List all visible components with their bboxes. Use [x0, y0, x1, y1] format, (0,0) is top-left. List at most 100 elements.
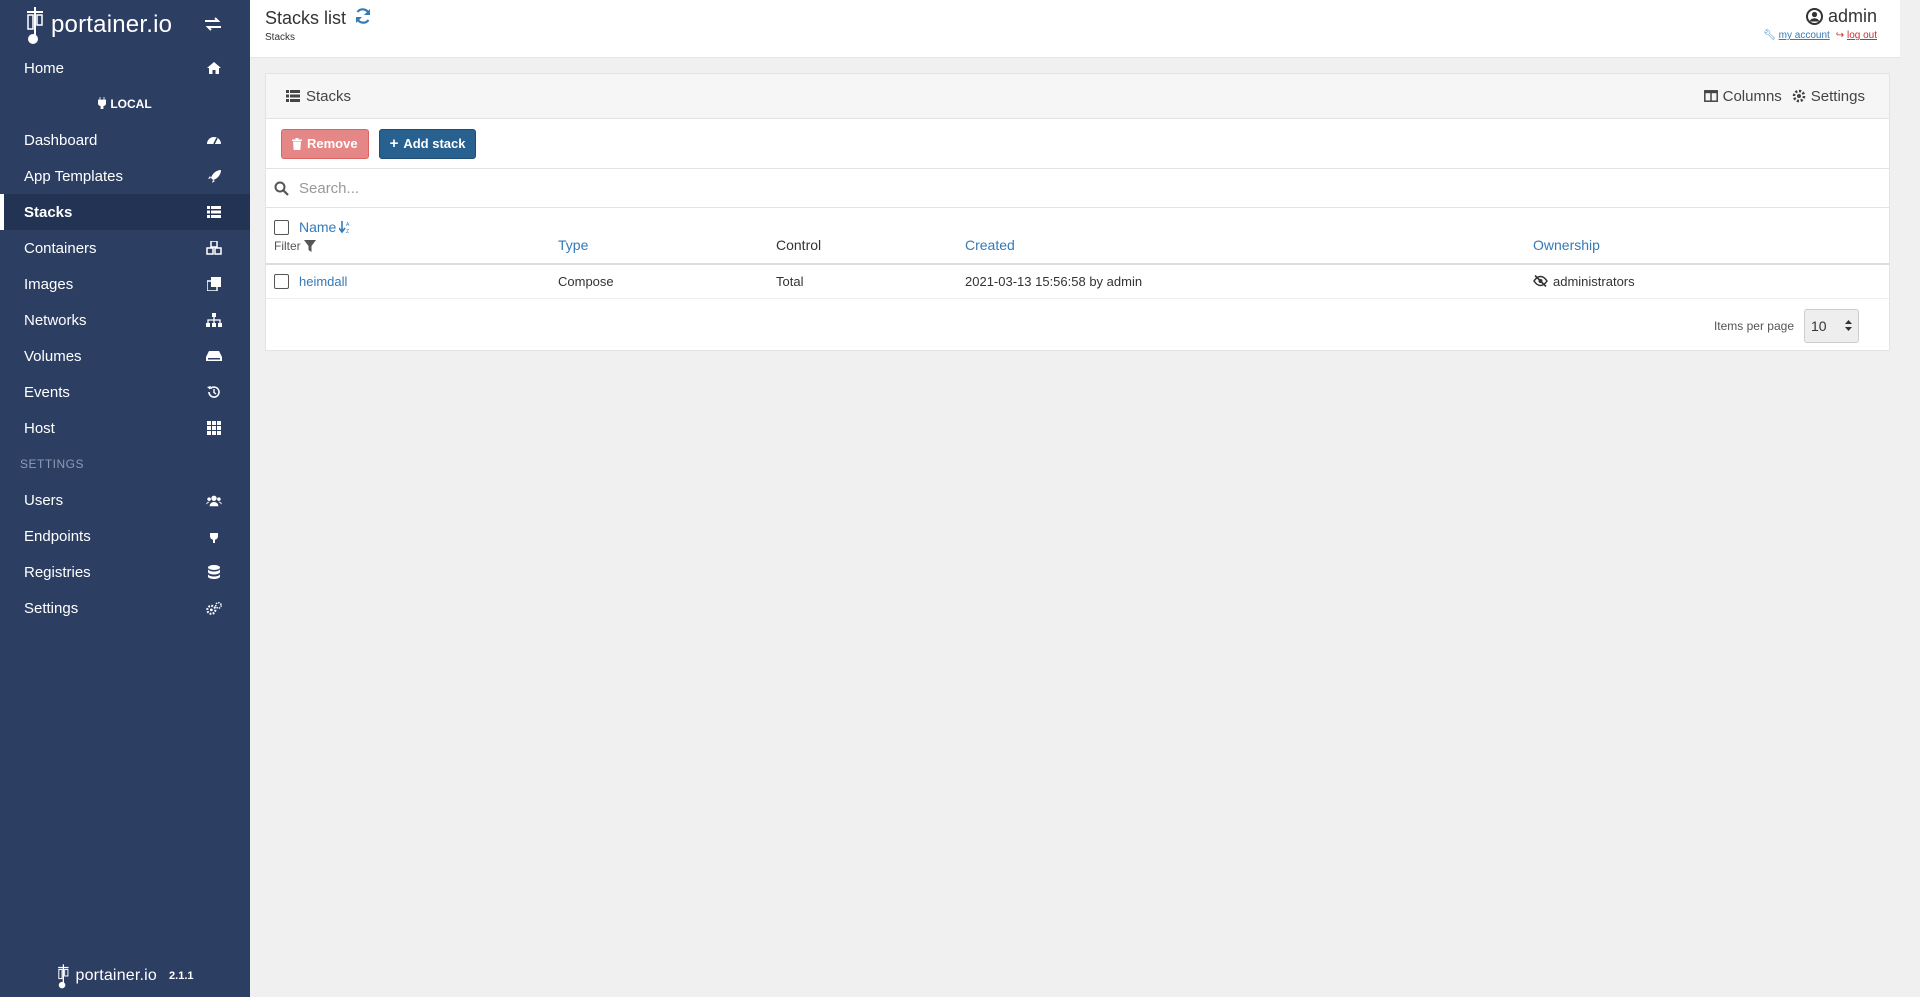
sidebar-item-label: Users [24, 491, 64, 509]
ownership-text: administrators [1553, 273, 1635, 289]
settings-heading: SETTINGS [20, 457, 85, 471]
ownership-header-label: Ownership [1533, 237, 1600, 253]
plus-icon: + [389, 135, 399, 152]
log-out-link[interactable]: ↪ log out [1836, 30, 1877, 41]
page-title: Stacks list [265, 7, 372, 30]
sidebar-item-users[interactable]: Users [0, 482, 250, 518]
sidebar-item-dashboard[interactable]: Dashboard [0, 122, 250, 158]
tachometer-icon [206, 132, 222, 148]
footer-brand-name: portainer.io [75, 967, 158, 984]
wrench-icon: 🔧︎ [1763, 30, 1776, 41]
table-row: heimdall Compose Total 2021-03-13 15:56:… [266, 264, 1889, 299]
log-out-text: log out [1846, 30, 1877, 41]
hdd-icon [206, 348, 222, 364]
stacks-table: Name AZ Filter Type Control Created Owne… [266, 208, 1889, 299]
th-list-icon [206, 204, 222, 220]
page-title-text: Stacks list [265, 8, 347, 28]
sidebar-item-label: Containers [24, 239, 97, 257]
portainer-logo-icon [58, 964, 70, 989]
user-circle-icon [1805, 8, 1823, 25]
sidebar-item-endpoints[interactable]: Endpoints [0, 518, 250, 554]
sitemap-icon [206, 312, 222, 328]
name-header-label: Name [299, 219, 337, 235]
stacks-widget: Stacks Columns Settings Remove + Add sta… [265, 73, 1890, 351]
sidebar-item-label: Home [24, 59, 65, 77]
user-links: 🔧︎ my account ↪ log out [1763, 30, 1877, 41]
my-account-link[interactable]: 🔧︎ my account [1763, 30, 1830, 41]
control-cell: Total [776, 264, 965, 299]
remove-label: Remove [307, 136, 358, 151]
endpoint-label: LOCAL [110, 97, 152, 111]
users-icon [206, 492, 222, 508]
sidebar-item-label: Networks [24, 311, 87, 329]
page-scrollbar[interactable] [1900, 0, 1920, 997]
username-text: admin [1827, 6, 1877, 26]
plug-icon [206, 528, 222, 544]
sidebar-item-label: Host [24, 419, 55, 437]
sidebar-item-images[interactable]: Images [0, 266, 250, 302]
svg-text:A: A [346, 222, 350, 228]
sidebar-item-host[interactable]: Host [0, 410, 250, 446]
trash-icon [292, 137, 302, 150]
settings-button[interactable]: Settings [1792, 88, 1865, 105]
stack-name-link[interactable]: heimdall [299, 274, 347, 289]
name-column-header: Name AZ Filter [266, 208, 558, 264]
search-input[interactable] [299, 179, 1799, 197]
select-all-checkbox[interactable] [274, 219, 289, 235]
created-column-header[interactable]: Created [965, 208, 1533, 264]
sidebar-item-registries[interactable]: Registries [0, 554, 250, 590]
ownership-column-header[interactable]: Ownership [1533, 208, 1889, 264]
row-checkbox[interactable] [274, 273, 289, 289]
table-header-row: Name AZ Filter Type Control Created Owne… [266, 208, 1889, 264]
sidebar-item-settings[interactable]: Settings [0, 590, 250, 626]
remove-button[interactable]: Remove [281, 128, 369, 159]
sidebar-item-label: Volumes [24, 347, 82, 365]
widget-header: Stacks Columns Settings [266, 74, 1889, 119]
sidebar-footer: portainer.io 2.1.1 [0, 963, 250, 989]
endpoint-name: LOCAL [0, 86, 250, 122]
sort-alpha-icon: AZ [339, 220, 350, 234]
widget-tools: Columns Settings [1703, 88, 1865, 105]
sidebar-item-label: Images [24, 275, 74, 293]
search-bar [266, 169, 1889, 208]
refresh-icon[interactable] [354, 7, 372, 30]
items-per-page-select[interactable]: 10 [1804, 308, 1859, 343]
sidebar-item-label: Dashboard [24, 131, 98, 149]
database-icon [206, 564, 222, 580]
sidebar-item-label: Events [24, 383, 70, 401]
items-per-page-label: Items per page [1713, 318, 1794, 333]
created-cell: 2021-03-13 15:56:58 by admin [965, 264, 1533, 299]
my-account-text: my account [1778, 30, 1830, 41]
control-column-header: Control [776, 208, 965, 264]
widget-title-text: Stacks [306, 87, 352, 105]
cogs-icon [206, 600, 222, 616]
columns-button[interactable]: Columns [1703, 88, 1782, 105]
portainer-logo[interactable]: portainer.io [24, 5, 172, 45]
pagination-bar: Items per page 10 [266, 299, 1889, 353]
type-column-header[interactable]: Type [558, 208, 776, 264]
type-cell: Compose [558, 264, 776, 299]
actions-bar: Remove + Add stack [266, 119, 1889, 169]
toggle-sidebar-icon[interactable] [204, 16, 222, 37]
cog-icon [1792, 89, 1806, 103]
username: admin [1763, 6, 1877, 27]
sidebar-item-containers[interactable]: Containers [0, 230, 250, 266]
ownership-cell: administrators [1533, 264, 1889, 299]
type-header-label: Type [558, 237, 589, 253]
sidebar-item-volumes[interactable]: Volumes [0, 338, 250, 374]
sidebar-item-home[interactable]: Home [0, 50, 250, 86]
add-stack-button[interactable]: + Add stack [378, 128, 477, 159]
sidebar-item-stacks[interactable]: Stacks [0, 194, 250, 230]
brand-name: portainer.io [51, 11, 173, 38]
sidebar-brand: portainer.io [0, 0, 250, 50]
sidebar-item-app-templates[interactable]: App Templates [0, 158, 250, 194]
add-stack-label: Add stack [403, 136, 466, 151]
footer-logo: portainer.io [56, 963, 157, 989]
sidebar-item-networks[interactable]: Networks [0, 302, 250, 338]
name-sort-header[interactable]: Name AZ [299, 219, 351, 235]
sidebar-item-label: Settings [24, 599, 79, 617]
clone-icon [206, 276, 222, 292]
eye-slash-icon [1533, 275, 1548, 288]
sidebar-item-events[interactable]: Events [0, 374, 250, 410]
filter-toggle[interactable]: Filter [274, 239, 558, 253]
